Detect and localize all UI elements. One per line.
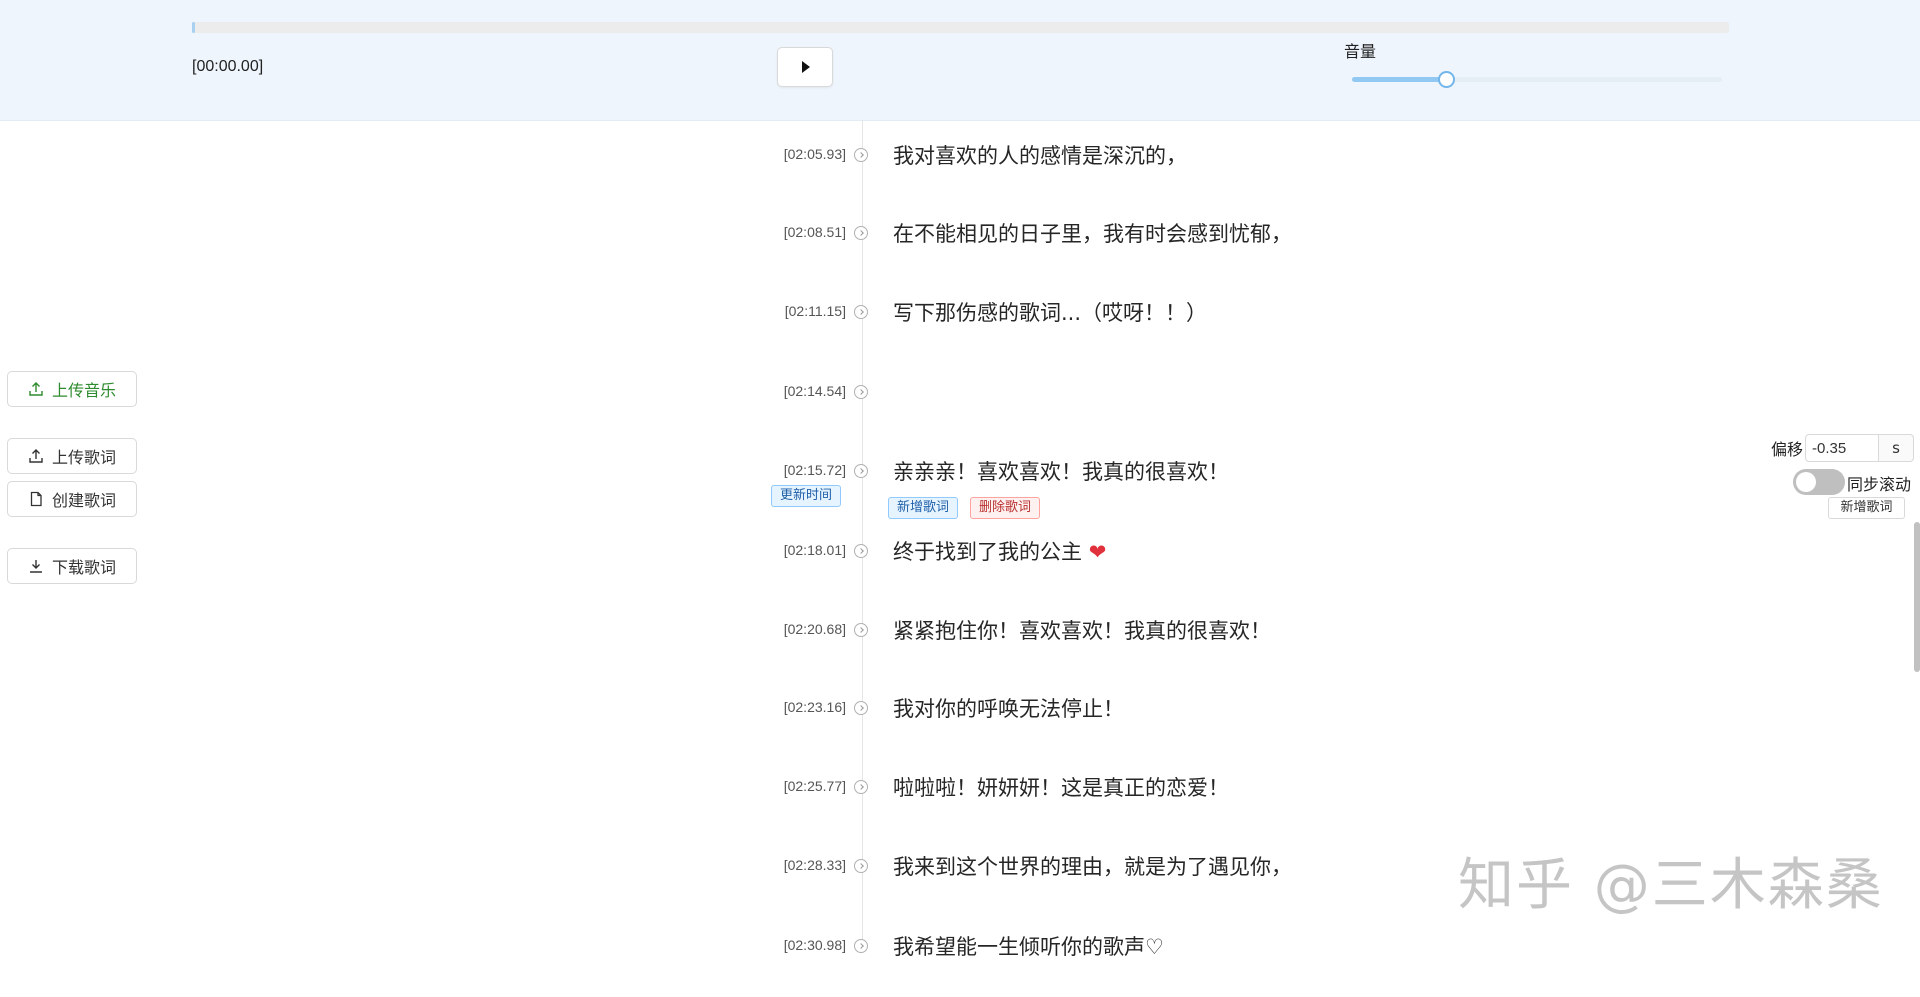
- lyric-row: [02:11.15] 写下那伤感的歌词...（哎呀！！）: [0, 301, 1500, 363]
- lyric-time: [02:20.68]: [783, 621, 846, 637]
- progress-fill: [192, 22, 195, 33]
- lyric-text[interactable]: 我对你的呼唤无法停止！: [893, 693, 1124, 723]
- play-icon: [802, 61, 810, 73]
- lyric-text[interactable]: 我希望能一生倾听你的歌声♡: [893, 931, 1164, 961]
- seek-icon[interactable]: [854, 305, 868, 319]
- update-time-button[interactable]: 更新时间: [771, 485, 842, 507]
- heart-icon: ❤: [1088, 540, 1107, 564]
- seek-icon[interactable]: [854, 939, 868, 953]
- seek-icon[interactable]: [854, 859, 868, 873]
- play-button[interactable]: [777, 47, 833, 87]
- lyric-text[interactable]: 我来到这个世界的理由，就是为了遇见你，: [893, 851, 1292, 881]
- current-time: [00:00.00]: [192, 58, 264, 75]
- lyric-row-active: [02:15.72] 亲亲亲！喜欢喜欢！我真的很喜欢！ 更新时间 新增歌词 删除…: [0, 460, 1500, 522]
- seek-icon[interactable]: [854, 544, 868, 558]
- lyric-time: [02:30.98]: [783, 937, 846, 953]
- lyric-text[interactable]: 我对喜欢的人的感情是深沉的，: [893, 140, 1187, 170]
- lyric-row: [02:23.16] 我对你的呼唤无法停止！: [0, 697, 1500, 759]
- add-lyric-button[interactable]: 新增歌词: [888, 497, 959, 519]
- sync-scroll-label: 同步滚动: [1847, 475, 1912, 494]
- seek-icon[interactable]: [854, 148, 868, 162]
- lyric-row: [02:08.51] 在不能相见的日子里，我有时会感到忧郁，: [0, 222, 1500, 284]
- lyric-row: [02:14.54]: [0, 383, 1500, 443]
- lyric-time: [02:15.72]: [783, 462, 846, 478]
- lyric-row: [02:20.68] 紧紧抱住你！喜欢喜欢！我真的很喜欢！: [0, 619, 1500, 681]
- lyric-time: [02:11.15]: [784, 303, 846, 319]
- offset-label: 偏移: [1771, 440, 1804, 459]
- lyric-row: [02:05.93] 我对喜欢的人的感情是深沉的，: [0, 144, 1500, 206]
- volume-label: 音量: [1344, 42, 1377, 61]
- lyric-row: [02:18.01] 终于找到了我的公主 ❤: [0, 540, 1500, 602]
- volume-slider[interactable]: [1352, 71, 1722, 88]
- watermark: 知乎 @三木森桑: [1458, 853, 1884, 918]
- seek-icon[interactable]: [854, 780, 868, 794]
- lyric-time: [02:05.93]: [783, 146, 846, 162]
- lyric-row: [02:30.98] 我希望能一生倾听你的歌声♡: [0, 935, 1500, 997]
- seek-icon[interactable]: [854, 464, 868, 478]
- scrollbar-thumb[interactable]: [1914, 522, 1920, 672]
- volume-handle[interactable]: [1437, 71, 1455, 88]
- sync-scroll-toggle[interactable]: [1793, 469, 1845, 495]
- seek-icon[interactable]: [854, 701, 868, 715]
- lyric-row: [02:28.33] 我来到这个世界的理由，就是为了遇见你，: [0, 855, 1500, 917]
- offset-input[interactable]: [1805, 434, 1879, 462]
- lyric-row: [02:25.77] 啦啦啦！妍妍妍！这是真正的恋爱！: [0, 776, 1500, 838]
- lyric-time: [02:25.77]: [783, 778, 846, 794]
- seek-icon[interactable]: [854, 385, 868, 399]
- toggle-knob: [1796, 472, 1816, 492]
- lyric-time: [02:14.54]: [783, 383, 846, 399]
- volume-fill: [1352, 77, 1445, 82]
- seek-icon[interactable]: [854, 226, 868, 240]
- player-bar: [00:00.00] 音量: [0, 0, 1920, 121]
- lyric-text[interactable]: 紧紧抱住你！喜欢喜欢！我真的很喜欢！: [893, 615, 1271, 645]
- lyric-text[interactable]: 写下那伤感的歌词...（哎呀！！）: [893, 297, 1207, 327]
- delete-lyric-button[interactable]: 删除歌词: [970, 497, 1041, 519]
- lyric-text[interactable]: 终于找到了我的公主 ❤: [893, 536, 1106, 566]
- progress-bar[interactable]: [192, 22, 1729, 33]
- lyric-time: [02:18.01]: [783, 542, 846, 558]
- lyric-time: [02:08.51]: [783, 224, 846, 240]
- offset-unit: s: [1878, 434, 1914, 462]
- lyric-text[interactable]: 亲亲亲！喜欢喜欢！我真的很喜欢！: [893, 456, 1229, 486]
- lyric-text[interactable]: 啦啦啦！妍妍妍！这是真正的恋爱！: [893, 772, 1229, 802]
- lyric-time: [02:28.33]: [783, 857, 846, 873]
- lyric-text-content: 终于找到了我的公主: [893, 540, 1082, 564]
- lyric-text[interactable]: 在不能相见的日子里，我有时会感到忧郁，: [893, 218, 1292, 248]
- lyric-time: [02:23.16]: [783, 699, 846, 715]
- add-lyric-button-right[interactable]: 新增歌词: [1828, 497, 1905, 519]
- seek-icon[interactable]: [854, 623, 868, 637]
